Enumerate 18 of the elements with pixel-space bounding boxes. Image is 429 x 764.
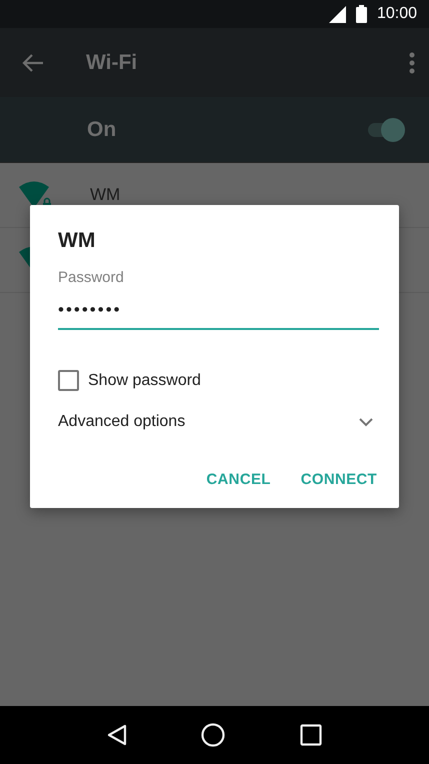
more-options-icon[interactable]: [409, 52, 415, 74]
battery-icon: [356, 5, 367, 23]
password-field[interactable]: ••••••••: [58, 296, 379, 330]
dialog-title: WM: [58, 229, 96, 253]
clock-time: 10:00: [376, 5, 417, 23]
back-icon[interactable]: [107, 724, 128, 746]
home-icon[interactable]: [201, 723, 226, 747]
signal-icon: [328, 6, 346, 22]
back-arrow-icon[interactable]: [22, 54, 44, 72]
advanced-options-row[interactable]: Advanced options: [58, 413, 375, 431]
switch-label: On: [87, 118, 118, 142]
checkbox[interactable]: [58, 370, 79, 391]
recents-icon[interactable]: [300, 724, 322, 746]
chevron-down-icon: [359, 418, 373, 426]
checkbox-label: Show password: [88, 372, 201, 390]
network-name: WM: [90, 185, 120, 205]
screen-title: Wi-Fi: [86, 50, 138, 74]
field-label: Password: [58, 269, 125, 286]
